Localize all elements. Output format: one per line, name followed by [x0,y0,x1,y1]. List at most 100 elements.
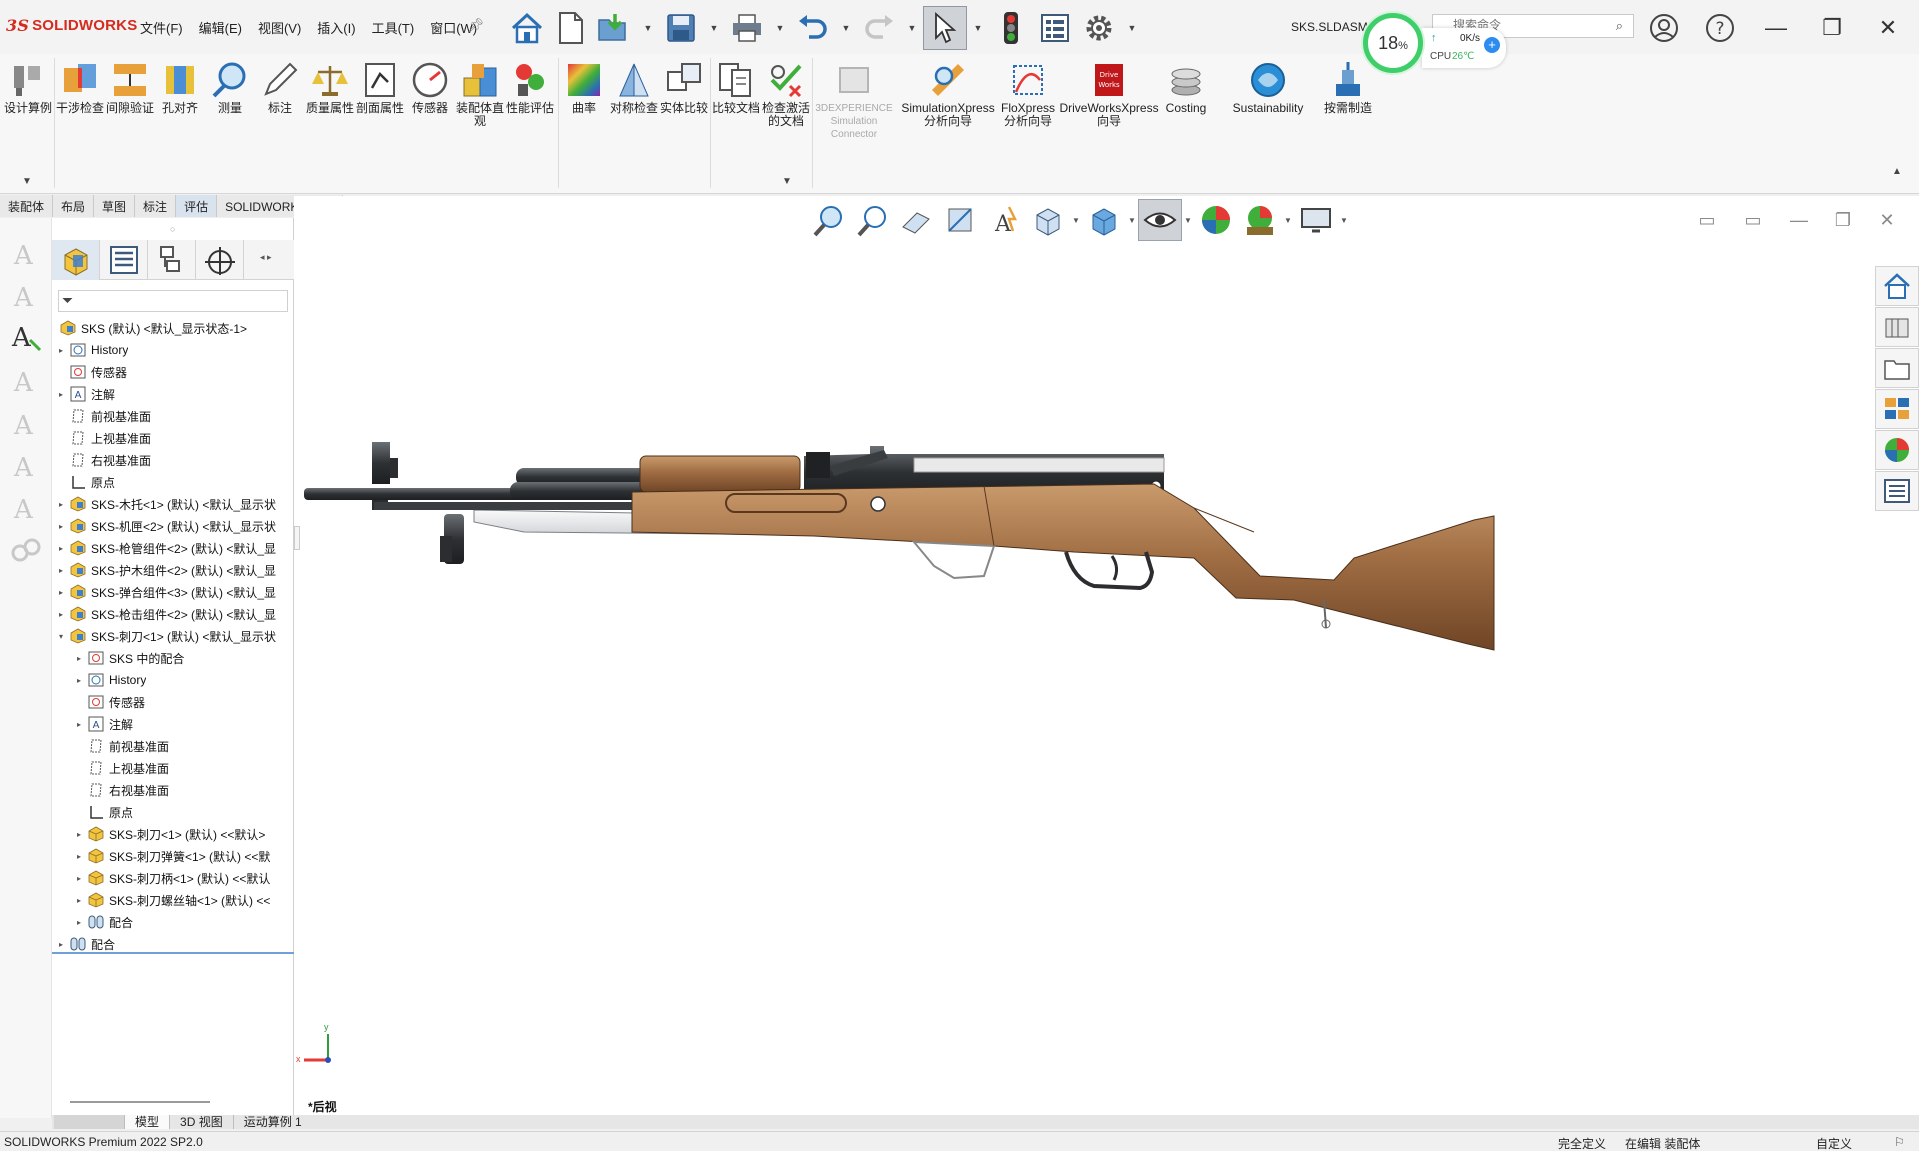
section-properties-button[interactable]: 剖面属性 [356,60,404,115]
redo-button[interactable] [857,6,901,50]
tree-filter-box[interactable]: ⏷ [58,290,288,312]
featuremanager-tab[interactable] [52,240,100,280]
tree-node[interactable]: 右视基准面 [52,779,294,801]
mass-properties-button[interactable]: 质量属性 [306,60,354,115]
tab-sketch[interactable]: 草图 [94,195,136,217]
menu-insert[interactable]: 插入(I) [317,18,355,37]
undo-dropdown-arrow[interactable]: ▼ [835,6,857,50]
tab-nav-arrows[interactable] [54,1115,124,1129]
tree-node[interactable]: 原点 [52,801,294,823]
tree-node[interactable]: ▸ SKS-木托<1> (默认) <默认_显示状 [52,493,294,515]
save-button[interactable] [659,6,703,50]
tab-markup[interactable]: 标注 [135,195,177,217]
link-annotation-icon[interactable]: A [8,406,44,442]
dimension-icon[interactable]: A [8,490,44,526]
help-button[interactable]: ? [1700,10,1740,46]
performance-evaluation-button[interactable]: 性能评估 [506,60,554,115]
symmetry-check-button[interactable]: 对称检查 [610,60,658,115]
costing-button[interactable]: Costing [1160,60,1212,115]
options-button[interactable] [1077,6,1121,50]
expand-toggle-icon[interactable]: ▸ [56,522,66,531]
tree-node[interactable]: ▸ 配合 [52,911,294,933]
options-dropdown-arrow[interactable]: ▼ [1121,6,1143,50]
expand-toggle-icon[interactable]: ▸ [74,720,84,729]
expand-toggle-icon[interactable]: ▸ [74,676,84,685]
select-button[interactable] [923,6,967,50]
sks-rifle-model[interactable] [294,196,1919,1115]
expand-toggle-icon[interactable]: ▸ [56,390,66,399]
tree-node[interactable]: 右视基准面 [52,449,294,471]
tree-node[interactable]: 原点 [52,471,294,493]
expand-toggle-icon[interactable]: ▸ [56,500,66,509]
tab-3d-views[interactable]: 3D 视图 [169,1115,233,1129]
tab-model[interactable]: 模型 [124,1115,170,1129]
tree-node[interactable]: SKS (默认) <默认_显示状态-1> [52,317,294,339]
expand-toggle-icon[interactable]: ▸ [74,852,84,861]
curvature-button[interactable]: 曲率 [560,60,608,115]
filter-funnel-icon[interactable]: ⏷ [62,292,73,309]
tab-assembly[interactable]: 装配体 [0,195,54,217]
tree-node[interactable]: ▸ SKS-刺刀弹簧<1> (默认) <<默 [52,845,294,867]
3dexperience-connector-button[interactable]: 3DEXPERIENCE Simulation Connector [815,60,893,141]
open-button[interactable] [593,6,637,50]
assembly-visualization-button[interactable]: 装配体直观 [456,60,504,128]
chevron-down-icon[interactable]: ▼ [22,176,32,187]
horizontal-scrollbar[interactable] [70,1101,210,1103]
annotation-tool-icon[interactable]: A [8,318,44,354]
tree-node[interactable]: ▸ A 注解 [52,713,294,735]
panel-splitter-dot[interactable]: ○ [170,224,175,234]
note-icon[interactable]: A [8,448,44,484]
tree-node[interactable]: 传感器 [52,691,294,713]
floxpress-button[interactable]: FloXpress 分析向导 [1000,60,1056,128]
redo-dropdown-arrow[interactable]: ▼ [901,6,923,50]
cpu-monitor-ring[interactable]: 18% [1363,13,1423,73]
tab-motion-study-1[interactable]: 运动算例 1 [232,1115,312,1129]
tree-node[interactable]: 前视基准面 [52,735,294,757]
graphics-viewport[interactable]: A ▼ ▼ ▼ ▼ ▼ ▭ ▭ — ❐ ✕ y x *后视 [294,196,1919,1115]
tree-node[interactable]: ▸ A 注解 [52,383,294,405]
expand-toggle-icon[interactable]: ▾ [56,632,66,641]
menu-tools[interactable]: 工具(T) [372,18,415,37]
new-document-button[interactable] [549,6,593,50]
menu-edit[interactable]: 编辑(E) [199,18,242,37]
hole-alignment-button[interactable]: 孔对齐 [156,60,204,115]
solidworks-logo[interactable]: 3S SOLIDWORKS [6,16,137,35]
tree-node[interactable]: ▸ SKS-弹合组件<3> (默认) <默认_显 [52,581,294,603]
file-properties-button[interactable] [1033,6,1077,50]
tab-evaluate[interactable]: 评估 [176,195,218,217]
markup-button[interactable]: 标注 [256,60,304,115]
tree-node[interactable]: ▸ SKS-枪管组件<2> (默认) <默认_显 [52,537,294,559]
tab-scroll-arrows[interactable]: ◂ ▸ [260,252,272,263]
manufacture-on-demand-button[interactable]: 按需制造 [1324,60,1372,115]
tree-node[interactable]: ▸ SKS-护木组件<2> (默认) <默认_显 [52,559,294,581]
print-button[interactable] [725,6,769,50]
driveworksxpress-button[interactable]: Drive Works DriveWorksXpress 向导 [1059,60,1159,128]
expand-toggle-icon[interactable]: ▸ [56,346,66,355]
design-study-button[interactable]: 设计算例 [4,60,52,115]
menu-view[interactable]: 视图(V) [258,18,301,37]
tree-node[interactable]: 传感器 [52,361,294,383]
tree-node[interactable]: ▸ SKS 中的配合 [52,647,294,669]
minimize-button[interactable]: — [1756,10,1796,46]
expand-toggle-icon[interactable]: ▸ [74,654,84,663]
tree-node[interactable]: ▸ SKS-刺刀螺丝轴<1> (默认) << [52,889,294,911]
expand-toggle-icon[interactable]: ▸ [56,940,66,949]
interference-detection-button[interactable]: 干涉检查 [56,60,104,115]
chevron-down-icon[interactable]: ▼ [782,176,792,187]
expand-toggle-icon[interactable]: ▸ [56,610,66,619]
panel-collapse-handle[interactable] [294,526,300,550]
propertymanager-tab[interactable] [100,240,148,280]
check-active-document-button[interactable]: 检查激活的文档 [762,60,810,128]
expand-toggle-icon[interactable]: ▸ [56,544,66,553]
close-button[interactable]: ✕ [1868,10,1908,46]
dimxpert-tab[interactable] [196,240,244,280]
home-button[interactable] [505,6,549,50]
expand-toggle-icon[interactable]: ▸ [56,588,66,597]
clearance-verification-button[interactable]: 间隙验证 [106,60,154,115]
tree-node[interactable]: ▾ SKS-刺刀<1> (默认) <默认_显示状 [52,625,294,647]
add-annotation-icon[interactable]: A [8,363,44,399]
text-style-icon[interactable]: A [8,236,44,272]
sustainability-button[interactable]: Sustainability [1228,60,1308,115]
measure-button[interactable]: 测量 [206,60,254,115]
user-account-button[interactable] [1644,10,1684,46]
